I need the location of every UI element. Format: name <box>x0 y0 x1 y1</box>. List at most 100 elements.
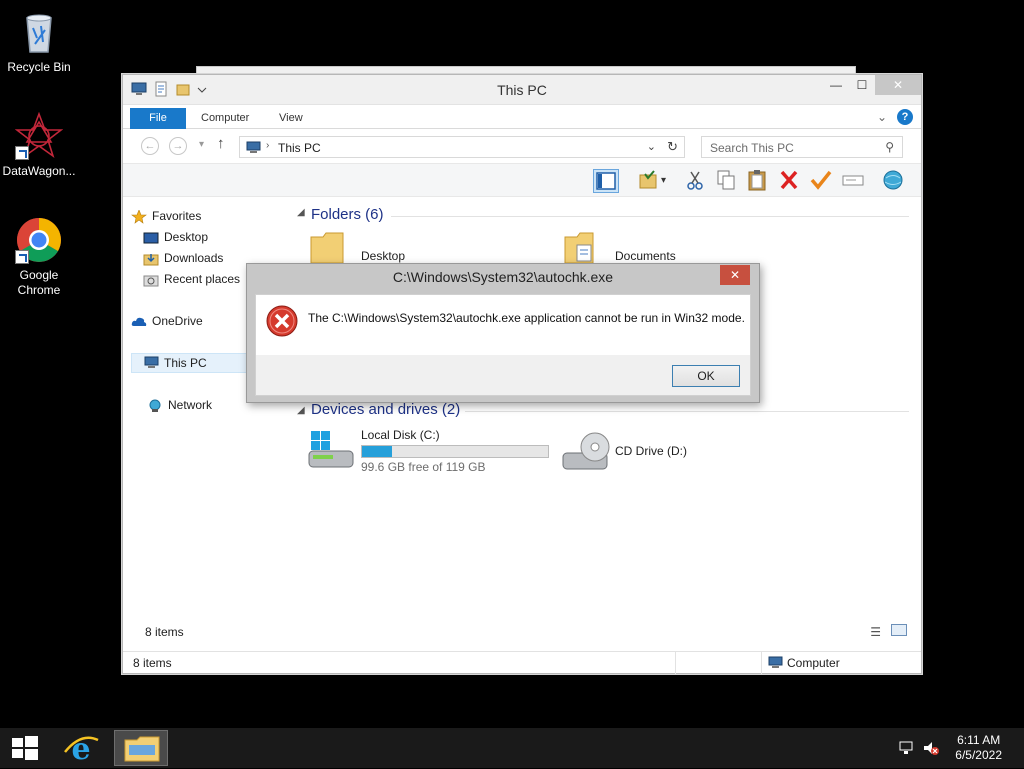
address-dropdown-icon[interactable]: ⌄ <box>647 140 656 153</box>
local-disk-icon <box>305 429 357 476</box>
delete-icon[interactable] <box>777 169 803 193</box>
nav-item-onedrive[interactable]: OneDrive <box>131 311 203 331</box>
tab-computer[interactable]: Computer <box>187 108 263 129</box>
local-disk-label[interactable]: Local Disk (C:) <box>361 428 440 442</box>
tab-view[interactable]: View <box>265 108 317 129</box>
dialog-message-area: The C:\Windows\System32\autochk.exe appl… <box>256 295 750 355</box>
refresh-icon[interactable]: ↻ <box>667 139 678 155</box>
toolbar: ▾ <box>123 163 921 197</box>
breadcrumb-chevron-icon[interactable]: › <box>266 140 269 151</box>
nav-item-favorites[interactable]: Favorites <box>131 206 201 226</box>
nav-item-network[interactable]: Network <box>147 395 212 415</box>
address-text: This PC <box>278 141 321 155</box>
dialog-title: C:\Windows\System32\autochk.exe <box>392 269 614 285</box>
status-item-count: 8 items <box>133 656 172 670</box>
nav-label: This PC <box>164 356 207 370</box>
desktop-icon-recycle-bin[interactable]: Recycle Bin <box>0 8 78 75</box>
nav-item-this-pc-selected[interactable]: This PC <box>131 353 247 373</box>
desktop-folder-icon <box>143 231 159 245</box>
devices-group-header[interactable]: Devices and drives (2) <box>311 401 460 418</box>
back-button[interactable]: ← <box>141 137 159 155</box>
nav-label: Recent places <box>164 272 241 286</box>
tab-file[interactable]: File <box>130 108 186 129</box>
cloud-icon <box>131 315 147 329</box>
recent-places-icon <box>143 273 159 287</box>
cut-icon[interactable] <box>683 169 709 193</box>
cd-drive-icon <box>561 429 613 476</box>
preview-pane-icon[interactable] <box>593 169 619 193</box>
taskbar: e 6:11 AM 6/5/2022 <box>0 728 1024 768</box>
desktop-icon-google-chrome[interactable]: Google Chrome <box>0 216 78 298</box>
close-button[interactable]: ✕ <box>875 75 921 95</box>
large-icons-view-icon[interactable] <box>891 624 907 636</box>
error-dialog: C:\Windows\System32\autochk.exe ✕ The C:… <box>246 263 760 403</box>
window-controls: — ☐ ✕ <box>823 75 921 95</box>
file-explorer-taskbar-button[interactable] <box>114 730 168 766</box>
dialog-close-button[interactable]: ✕ <box>720 265 750 285</box>
expand-ribbon-icon[interactable]: ⌄ <box>877 110 887 124</box>
address-bar[interactable]: › This PC ⌄ ↻ <box>239 136 685 158</box>
desktop: Recycle Bin DataWagon... Google Chrome T… <box>0 0 1024 728</box>
minimize-button[interactable]: — <box>823 75 849 95</box>
computer-icon <box>144 356 160 373</box>
dialog-body: The C:\Windows\System32\autochk.exe appl… <box>255 294 751 396</box>
search-placeholder: Search This PC <box>710 141 794 155</box>
local-disk-free-space: 99.6 GB free of 119 GB <box>361 460 486 474</box>
star-icon <box>131 209 147 224</box>
network-tray-icon[interactable] <box>898 740 914 759</box>
collapse-arrow-icon[interactable]: ◢ <box>297 405 305 416</box>
recent-locations-icon[interactable]: ▾ <box>199 139 204 150</box>
help-icon[interactable]: ? <box>897 109 913 125</box>
search-input[interactable]: Search This PC ⚲ <box>701 136 903 158</box>
folder-desktop-label[interactable]: Desktop <box>361 249 405 263</box>
checkmark-folder-icon[interactable] <box>637 169 663 193</box>
nav-label: Downloads <box>164 251 224 265</box>
volume-muted-icon[interactable] <box>922 740 940 759</box>
folder-documents-label[interactable]: Documents <box>615 249 676 263</box>
nav-label: OneDrive <box>152 314 203 328</box>
recycle-bin-icon <box>15 8 63 56</box>
nav-item-downloads[interactable]: Downloads <box>143 248 223 268</box>
dropdown-arrow-icon[interactable]: ▾ <box>661 169 675 193</box>
ok-button[interactable]: OK <box>672 365 740 387</box>
folders-group-header[interactable]: Folders (6) <box>311 206 384 223</box>
error-icon <box>266 305 298 340</box>
status-zone: Computer <box>787 656 840 670</box>
disk-usage-fill <box>362 446 392 457</box>
internet-explorer-icon[interactable]: e <box>58 730 104 767</box>
computer-icon <box>768 656 784 673</box>
checkmark-icon[interactable] <box>809 169 835 193</box>
item-count: 8 items <box>145 625 184 639</box>
nav-label: Network <box>168 398 213 412</box>
taskbar-clock[interactable]: 6:11 AM 6/5/2022 <box>955 733 1002 763</box>
nav-item-desktop[interactable]: Desktop <box>143 227 208 247</box>
window-title: This PC <box>497 82 547 98</box>
desktop-icon-datawagon[interactable]: DataWagon... <box>0 111 78 179</box>
globe-icon[interactable] <box>881 169 907 193</box>
dialog-message: The C:\Windows\System32\autochk.exe appl… <box>308 311 745 325</box>
clock-time: 6:11 AM <box>957 733 1001 747</box>
paste-icon[interactable] <box>745 169 771 193</box>
nav-label: Desktop <box>164 230 209 244</box>
folder-icon <box>124 736 160 762</box>
status-bar: 8 items Computer <box>123 651 921 674</box>
start-button[interactable] <box>8 730 42 766</box>
ribbon-tabs: File Computer View ⌄ ? <box>123 105 921 129</box>
up-arrow-icon[interactable]: ↑ <box>217 135 225 152</box>
desktop-icon-label: Google Chrome <box>17 268 61 297</box>
forward-button[interactable]: → <box>169 137 187 155</box>
collapse-arrow-icon[interactable]: ◢ <box>297 207 305 218</box>
clock-date: 6/5/2022 <box>955 748 1002 762</box>
cd-drive-label[interactable]: CD Drive (D:) <box>615 444 687 458</box>
rename-icon[interactable] <box>841 169 867 193</box>
status-divider <box>761 652 762 674</box>
maximize-button[interactable]: ☐ <box>849 75 875 95</box>
nav-label: Favorites <box>152 209 202 223</box>
title-bar[interactable]: This PC — ☐ ✕ <box>123 75 921 105</box>
desktop-icon-label: DataWagon... <box>2 164 76 178</box>
computer-icon <box>246 141 262 158</box>
details-view-icon[interactable]: ☰ <box>870 625 881 639</box>
copy-icon[interactable] <box>714 169 740 193</box>
nav-item-recent-places[interactable]: Recent places <box>143 269 240 289</box>
chrome-icon <box>15 216 63 264</box>
